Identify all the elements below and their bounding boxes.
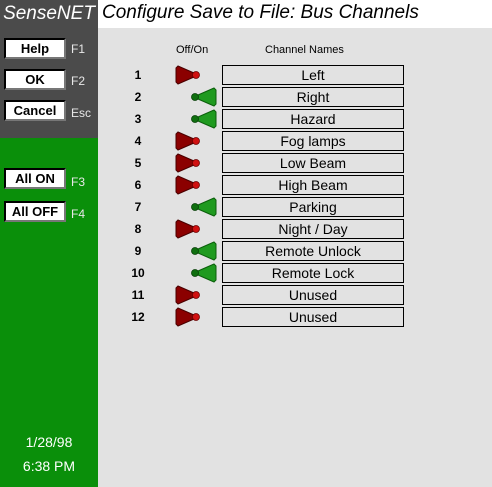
channel-row: 11 Unused	[98, 284, 492, 306]
channel-row: 3 Hazard	[98, 108, 492, 130]
help-key-hint: F1	[71, 42, 86, 56]
channel-row: 10 Remote Lock	[98, 262, 492, 284]
channel-number: 4	[134, 134, 142, 148]
all-on-button[interactable]: All ON	[4, 168, 66, 189]
channel-name-field[interactable]: Left	[222, 65, 404, 85]
channel-row: 12 Unused	[98, 306, 492, 328]
channel-number: 8	[134, 222, 142, 236]
channel-number: 3	[134, 112, 142, 126]
all-off-key-hint: F4	[71, 207, 86, 221]
toggle-switch-off-icon[interactable]	[174, 131, 214, 151]
channel-number: 12	[131, 310, 145, 324]
page-title: Configure Save to File: Bus Channels	[102, 2, 419, 23]
channel-row: 2 Right	[98, 86, 492, 108]
channel-name-field[interactable]: Remote Lock	[222, 263, 404, 283]
all-off-button[interactable]: All OFF	[4, 201, 66, 222]
channel-name-field[interactable]: Parking	[222, 197, 404, 217]
channel-number: 10	[131, 266, 145, 280]
help-button[interactable]: Help	[4, 38, 66, 59]
channel-row: 1 Left	[98, 64, 492, 86]
channel-name-field[interactable]: Fog lamps	[222, 131, 404, 151]
channel-row: 5 Low Beam	[98, 152, 492, 174]
channel-number: 1	[134, 68, 142, 82]
channel-name-field[interactable]: Unused	[222, 285, 404, 305]
channel-number: 9	[134, 244, 142, 258]
cancel-button[interactable]: Cancel	[4, 100, 66, 121]
channel-number: 5	[134, 156, 142, 170]
channel-row: 6 High Beam	[98, 174, 492, 196]
toggle-all-panel: All ON F3 All OFF F4 1/28/98 6:38 PM	[0, 138, 98, 487]
date-display: 1/28/98	[25, 434, 73, 450]
channel-name-field[interactable]: Hazard	[222, 109, 404, 129]
channel-number: 11	[131, 288, 145, 302]
channel-row: 4 Fog lamps	[98, 130, 492, 152]
cancel-key-hint: Esc	[71, 106, 92, 120]
ok-key-hint: F2	[71, 74, 86, 88]
toggle-switch-off-icon[interactable]	[174, 153, 214, 173]
configure-window: SenseNET Configure Save to File: Bus Cha…	[0, 0, 492, 487]
channel-number: 2	[134, 90, 142, 104]
toggle-switch-off-icon[interactable]	[174, 65, 214, 85]
toggle-switch-off-icon[interactable]	[174, 175, 214, 195]
channel-name-field[interactable]: Night / Day	[222, 219, 404, 239]
toggle-switch-off-icon[interactable]	[174, 219, 214, 239]
channel-name-field[interactable]: High Beam	[222, 175, 404, 195]
channel-name-field[interactable]: Remote Unlock	[222, 241, 404, 261]
toggle-switch-off-icon[interactable]	[174, 285, 214, 305]
names-column-header: Channel Names	[265, 44, 344, 56]
channel-row: 8 Night / Day	[98, 218, 492, 240]
channel-number: 7	[134, 200, 142, 214]
ok-button[interactable]: OK	[4, 69, 66, 90]
toggle-column-header: Off/On	[176, 44, 209, 56]
channel-name-field[interactable]: Low Beam	[222, 153, 404, 173]
channel-row: 7 Parking	[98, 196, 492, 218]
channel-row: 9 Remote Unlock	[98, 240, 492, 262]
toggle-switch-off-icon[interactable]	[174, 307, 214, 327]
brand-label: SenseNET	[0, 0, 98, 28]
command-panel: Help F1 OK F2 Cancel Esc	[0, 28, 98, 138]
channel-number: 6	[134, 178, 142, 192]
all-on-key-hint: F3	[71, 175, 86, 189]
time-display: 6:38 PM	[22, 458, 76, 474]
channel-name-field[interactable]: Right	[222, 87, 404, 107]
channel-name-field[interactable]: Unused	[222, 307, 404, 327]
